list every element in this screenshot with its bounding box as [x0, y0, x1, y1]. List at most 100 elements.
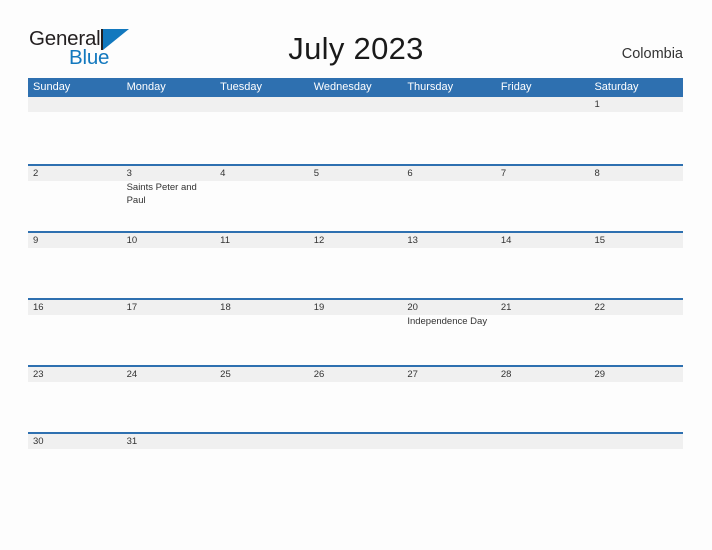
page-header: General Blue July 2023 Colombia [0, 0, 712, 78]
day-cell-14[interactable]: 14 [496, 233, 590, 298]
calendar-weeks: 1 2 3 Saints Peter and Paul 4 5 6 7 8 9 10 11 12 13 14… [28, 97, 683, 499]
weekday-header-tuesday: Tuesday [220, 81, 262, 93]
day-cell-23[interactable]: 23 [28, 367, 122, 432]
day-number: 8 [594, 168, 600, 179]
week-cells: 1 [28, 97, 683, 164]
day-cell-empty [215, 97, 309, 164]
calendar-week-row: 16 17 18 19 20 Independence Day 21 22 [28, 298, 683, 365]
day-number: 29 [594, 369, 606, 380]
day-number: 28 [500, 369, 512, 380]
day-cell-31[interactable]: 31 [122, 434, 216, 499]
weekday-header-sunday: Sunday [33, 81, 71, 93]
day-number: 25 [220, 369, 231, 380]
day-cell-24[interactable]: 24 [122, 367, 216, 432]
day-number: 24 [126, 369, 138, 380]
day-cell-5[interactable]: 5 [309, 166, 403, 231]
day-number: 6 [407, 168, 413, 179]
day-cell-empty [215, 434, 309, 499]
day-cell-4[interactable]: 4 [215, 166, 309, 231]
day-number: 17 [126, 302, 138, 313]
day-number: 3 [126, 168, 132, 179]
weekday-header-monday: Monday [126, 81, 166, 93]
day-number: 4 [220, 168, 226, 179]
day-cell-3[interactable]: 3 Saints Peter and Paul [122, 166, 216, 231]
calendar-weekday-header: Sunday Monday Tuesday Wednesday Thursday Frid… [28, 78, 683, 97]
day-number: 31 [126, 436, 138, 447]
day-cell-17[interactable]: 17 [122, 300, 216, 365]
day-number: 11 [220, 235, 231, 246]
weekday-header-thursday: Thursday [407, 81, 454, 93]
day-cell-12[interactable]: 12 [309, 233, 403, 298]
day-cell-empty [496, 434, 590, 499]
day-number: 30 [33, 436, 44, 447]
day-cell-6[interactable]: 6 [402, 166, 496, 231]
day-number: 23 [33, 369, 44, 380]
day-number: 26 [313, 369, 325, 380]
day-number: 13 [407, 235, 418, 246]
day-number: 19 [313, 302, 325, 313]
week-cells: 9 10 11 12 13 14 15 [28, 233, 683, 298]
day-number: 22 [594, 302, 606, 313]
day-number: 15 [594, 235, 606, 246]
day-number: 10 [126, 235, 138, 246]
day-cell-26[interactable]: 26 [309, 367, 403, 432]
calendar-week-row: 30 31 [28, 432, 683, 499]
day-number: 7 [500, 168, 507, 179]
day-cell-2[interactable]: 2 [28, 166, 122, 231]
day-events: Independence Day [407, 315, 496, 329]
week-cells: 30 31 [28, 434, 683, 499]
day-cell-empty [309, 434, 403, 499]
week-cells: 2 3 Saints Peter and Paul 4 5 6 7 8 [28, 166, 683, 231]
day-number: 21 [500, 302, 512, 313]
day-number: 2 [33, 168, 39, 179]
day-cell-28[interactable]: 28 [496, 367, 590, 432]
weekday-header-friday: Friday [500, 81, 532, 93]
day-number: 1 [594, 99, 600, 110]
day-cell-empty [402, 97, 496, 164]
day-cell-empty [309, 97, 403, 164]
day-cell-18[interactable]: 18 [215, 300, 309, 365]
day-cell-16[interactable]: 16 [28, 300, 122, 365]
day-cell-empty [402, 434, 496, 499]
week-cells: 16 17 18 19 20 Independence Day 21 22 [28, 300, 683, 365]
day-cell-empty [122, 97, 216, 164]
day-cell-7[interactable]: 7 [496, 166, 590, 231]
day-cell-30[interactable]: 30 [28, 434, 122, 499]
day-number: 9 [33, 235, 39, 246]
day-cell-15[interactable]: 15 [589, 233, 683, 298]
day-events: Saints Peter and Paul [127, 181, 216, 207]
day-cell-empty [28, 97, 122, 164]
day-cell-13[interactable]: 13 [402, 233, 496, 298]
calendar-week-row: 1 [28, 97, 683, 164]
day-number: 27 [407, 369, 418, 380]
day-cell-21[interactable]: 21 [496, 300, 590, 365]
day-cell-9[interactable]: 9 [28, 233, 122, 298]
page-title: July 2023 [288, 31, 424, 66]
holiday-event-label: Saints Peter and Paul [126, 182, 197, 206]
day-number: 18 [220, 302, 231, 313]
day-cell-empty [589, 434, 683, 499]
calendar-week-row: 9 10 11 12 13 14 15 [28, 231, 683, 298]
day-cell-empty [496, 97, 590, 164]
day-number: 20 [407, 302, 418, 313]
week-cells: 23 24 25 26 27 28 29 [28, 367, 683, 432]
day-number: 12 [313, 235, 325, 246]
day-cell-22[interactable]: 22 [589, 300, 683, 365]
calendar-week-row: 23 24 25 26 27 28 29 [28, 365, 683, 432]
weekday-header-saturday: Saturday [594, 81, 639, 93]
day-cell-20[interactable]: 20 Independence Day [402, 300, 496, 365]
day-number: 5 [313, 168, 320, 179]
day-cell-19[interactable]: 19 [309, 300, 403, 365]
day-cell-27[interactable]: 27 [402, 367, 496, 432]
calendar-week-row: 2 3 Saints Peter and Paul 4 5 6 7 8 [28, 164, 683, 231]
day-cell-8[interactable]: 8 [589, 166, 683, 231]
day-cell-11[interactable]: 11 [215, 233, 309, 298]
day-number: 14 [500, 235, 512, 246]
day-cell-29[interactable]: 29 [589, 367, 683, 432]
day-cell-1[interactable]: 1 [589, 97, 683, 164]
day-cell-25[interactable]: 25 [215, 367, 309, 432]
holiday-event-label: Independence Day [407, 316, 488, 327]
day-cell-10[interactable]: 10 [122, 233, 216, 298]
country-label: Colombia [621, 46, 683, 62]
day-number: 16 [33, 302, 44, 313]
